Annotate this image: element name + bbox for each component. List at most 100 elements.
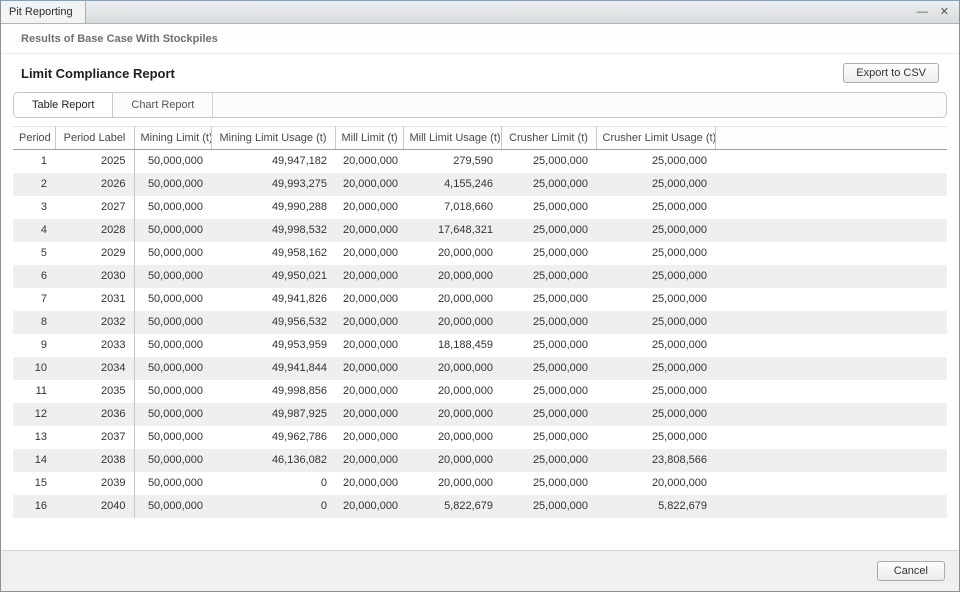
cell-filler	[715, 219, 947, 242]
table-row[interactable]: 12 2036 50,000,000 49,987,925 20,000,000 20,0…	[13, 402, 947, 426]
table-row[interactable]: 4 2028 50,000,000 49,998,532 20,000,000 17,64…	[13, 218, 947, 242]
cell: 25,000,000	[532, 454, 588, 466]
cell: 2034	[55, 356, 135, 380]
cell-filler	[715, 357, 947, 380]
column-header-mill-limit-t[interactable]: Mill Limit (t)	[335, 126, 404, 150]
cell: 49,950,021	[271, 270, 327, 282]
cell: 49,998,856	[271, 385, 327, 397]
window-title-tab[interactable]: Pit Reporting	[1, 1, 86, 23]
table-row[interactable]: 6 2030 50,000,000 49,950,021 20,000,000 20,00…	[13, 264, 947, 288]
cell-filler	[715, 265, 947, 288]
cell: 50,000,000	[147, 293, 203, 305]
cell: 50,000,000	[147, 316, 203, 328]
table-row[interactable]: 15 2039 50,000,000 0 20,000,000 20,000,000 25,…	[13, 471, 947, 495]
column-header-period-label[interactable]: Period Label	[55, 126, 135, 150]
table-row[interactable]: 9 2033 50,000,000 49,953,959 20,000,000 18,18…	[13, 333, 947, 357]
cell: 23,808,566	[651, 454, 707, 466]
cell: 50,000,000	[147, 270, 203, 282]
minimize-icon[interactable]: —	[917, 6, 928, 18]
cell: 25,000,000	[651, 431, 707, 443]
cell: 5,822,679	[444, 500, 493, 512]
table-row[interactable]: 2 2026 50,000,000 49,993,275 20,000,000 4,155…	[13, 172, 947, 196]
cell: 20,000,000	[343, 500, 399, 512]
cell: 25,000,000	[651, 270, 707, 282]
cell: 25,000,000	[532, 178, 588, 190]
cell: 25,000,000	[532, 339, 588, 351]
cell: 49,941,826	[271, 293, 327, 305]
cell: 25,000,000	[532, 270, 588, 282]
cell: 25,000,000	[532, 247, 588, 259]
table-row[interactable]: 5 2029 50,000,000 49,958,162 20,000,000 20,00…	[13, 241, 947, 265]
cell: 10	[34, 362, 47, 374]
content-area: Limit Compliance Report Export to CSV Ta…	[1, 54, 959, 550]
cell: 20,000,000	[343, 201, 399, 213]
close-icon[interactable]: ✕	[940, 6, 949, 18]
cell-filler	[715, 449, 947, 472]
export-csv-button[interactable]: Export to CSV	[843, 63, 939, 83]
cell: 2038	[55, 448, 135, 472]
cell: 25,000,000	[651, 408, 707, 420]
cell: 50,000,000	[147, 155, 203, 168]
table-row[interactable]: 11 2035 50,000,000 49,998,856 20,000,000 20,0…	[13, 379, 947, 403]
table-row[interactable]: 14 2038 50,000,000 46,136,082 20,000,000 20,0…	[13, 448, 947, 472]
cell: 2025	[55, 149, 135, 173]
cell: 20,000,000	[343, 155, 399, 168]
cell: 49,962,786	[271, 431, 327, 443]
table-row[interactable]: 3 2027 50,000,000 49,990,288 20,000,000 7,018…	[13, 195, 947, 219]
cell-filler	[715, 242, 947, 265]
cell: 25,000,000	[532, 477, 588, 489]
cell: 6	[40, 270, 47, 282]
cancel-button[interactable]: Cancel	[876, 561, 945, 581]
cell: 20,000,000	[343, 339, 399, 351]
cell: 50,000,000	[147, 385, 203, 397]
cell: 2033	[55, 333, 135, 357]
column-header-mill-limit-usage-t[interactable]: Mill Limit Usage (t)	[403, 126, 502, 150]
cell: 20,000,000	[343, 316, 399, 328]
cell-filler	[715, 380, 947, 403]
cell-filler	[715, 426, 947, 449]
cell: 49,993,275	[271, 178, 327, 190]
cell: 50,000,000	[147, 500, 203, 512]
cell: 49,990,288	[271, 201, 327, 213]
limit-compliance-table: Period Period Label Mining Limit (t) Mining…	[13, 126, 947, 518]
cell: 25,000,000	[532, 224, 588, 236]
cell: 25,000,000	[532, 201, 588, 213]
cell-filler	[715, 196, 947, 219]
tab-chart-report[interactable]: Chart Report	[113, 93, 214, 117]
cell: 20,000,000	[343, 224, 399, 236]
cell: 25,000,000	[532, 362, 588, 374]
cell: 20,000,000	[437, 316, 493, 328]
cell-filler	[715, 311, 947, 334]
cell-filler	[715, 495, 947, 518]
cell: 5	[40, 247, 47, 259]
table-row[interactable]: 7 2031 50,000,000 49,941,826 20,000,000 20,00…	[13, 287, 947, 311]
column-header-period[interactable]: Period	[13, 126, 56, 150]
cell: 25,000,000	[651, 293, 707, 305]
cell: 0	[320, 477, 327, 489]
column-header-crusher-limit-usage-t[interactable]: Crusher Limit Usage (t)	[596, 126, 716, 150]
cell: 279,590	[453, 155, 493, 168]
cell: 20,000,000	[437, 431, 493, 443]
column-header-mining-limit-t[interactable]: Mining Limit (t)	[134, 126, 212, 150]
cell: 50,000,000	[147, 247, 203, 259]
cell: 50,000,000	[147, 431, 203, 443]
tab-table-report[interactable]: Table Report	[14, 93, 114, 117]
cell: 20,000,000	[343, 408, 399, 420]
table-row[interactable]: 10 2034 50,000,000 49,941,844 20,000,000 20,0…	[13, 356, 947, 380]
cell: 49,941,844	[271, 362, 327, 374]
cell: 50,000,000	[147, 477, 203, 489]
cell: 7	[40, 293, 47, 305]
cell: 25,000,000	[532, 293, 588, 305]
cell: 14	[34, 454, 47, 466]
page-title: Limit Compliance Report	[21, 65, 175, 81]
titlebar-fill	[86, 1, 917, 23]
column-header-crusher-limit-t[interactable]: Crusher Limit (t)	[501, 126, 597, 150]
table-row[interactable]: 16 2040 50,000,000 0 20,000,000 5,822,679 25,0…	[13, 494, 947, 518]
table-row[interactable]: 1 2025 50,000,000 49,947,182 20,000,000 279,5…	[13, 149, 947, 173]
cell: 20,000,000	[343, 385, 399, 397]
table-row[interactable]: 13 2037 50,000,000 49,962,786 20,000,000 20,0…	[13, 425, 947, 449]
column-header-mining-limit-usage-t[interactable]: Mining Limit Usage (t)	[211, 126, 336, 150]
report-subtitle: Results of Base Case With Stockpiles	[21, 32, 218, 45]
table-row[interactable]: 8 2032 50,000,000 49,956,532 20,000,000 20,00…	[13, 310, 947, 334]
cell: 12	[34, 408, 47, 420]
